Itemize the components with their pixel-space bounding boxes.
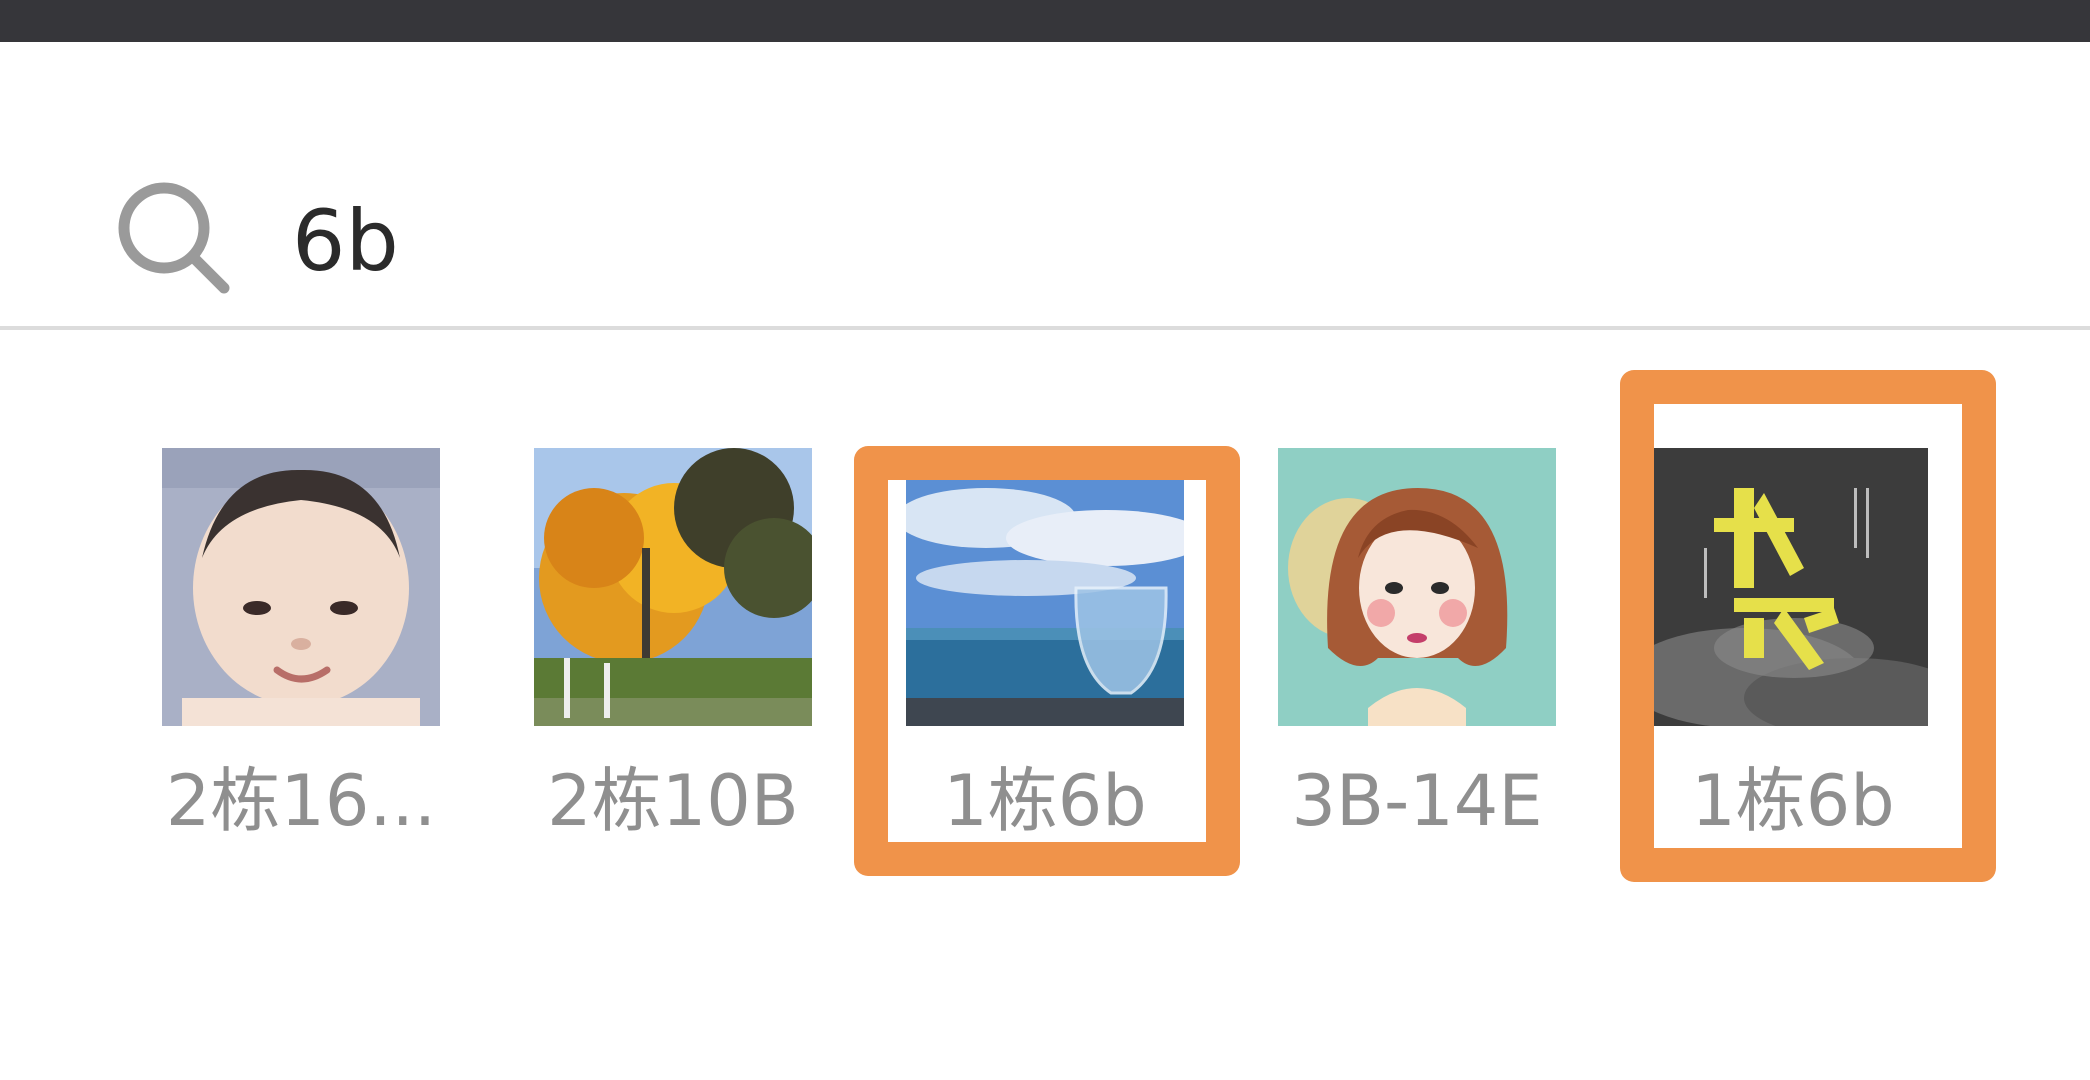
search-results: 2栋16... 2栋10B 1栋6b 3B-14E 1栋6b (0, 330, 2090, 1080)
search-bar (0, 42, 2090, 326)
contact-name: 2栋16... (165, 760, 437, 842)
search-input[interactable] (292, 186, 1892, 296)
cartoon-girl-avatar[interactable] (1278, 448, 1556, 726)
contact-name: 2栋10B (547, 760, 799, 842)
contact-name: 3B-14E (1291, 760, 1543, 842)
contact-name: 1栋6b (943, 760, 1147, 842)
calligraphy-poster-avatar[interactable] (1654, 448, 1928, 726)
autumn-tree-photo-avatar[interactable] (534, 448, 812, 726)
search-icon[interactable] (112, 176, 236, 300)
status-bar (0, 0, 2090, 42)
sea-glass-photo-avatar[interactable] (906, 478, 1184, 726)
baby-photo-avatar[interactable] (162, 448, 440, 726)
contact-name: 1栋6b (1691, 760, 1895, 842)
